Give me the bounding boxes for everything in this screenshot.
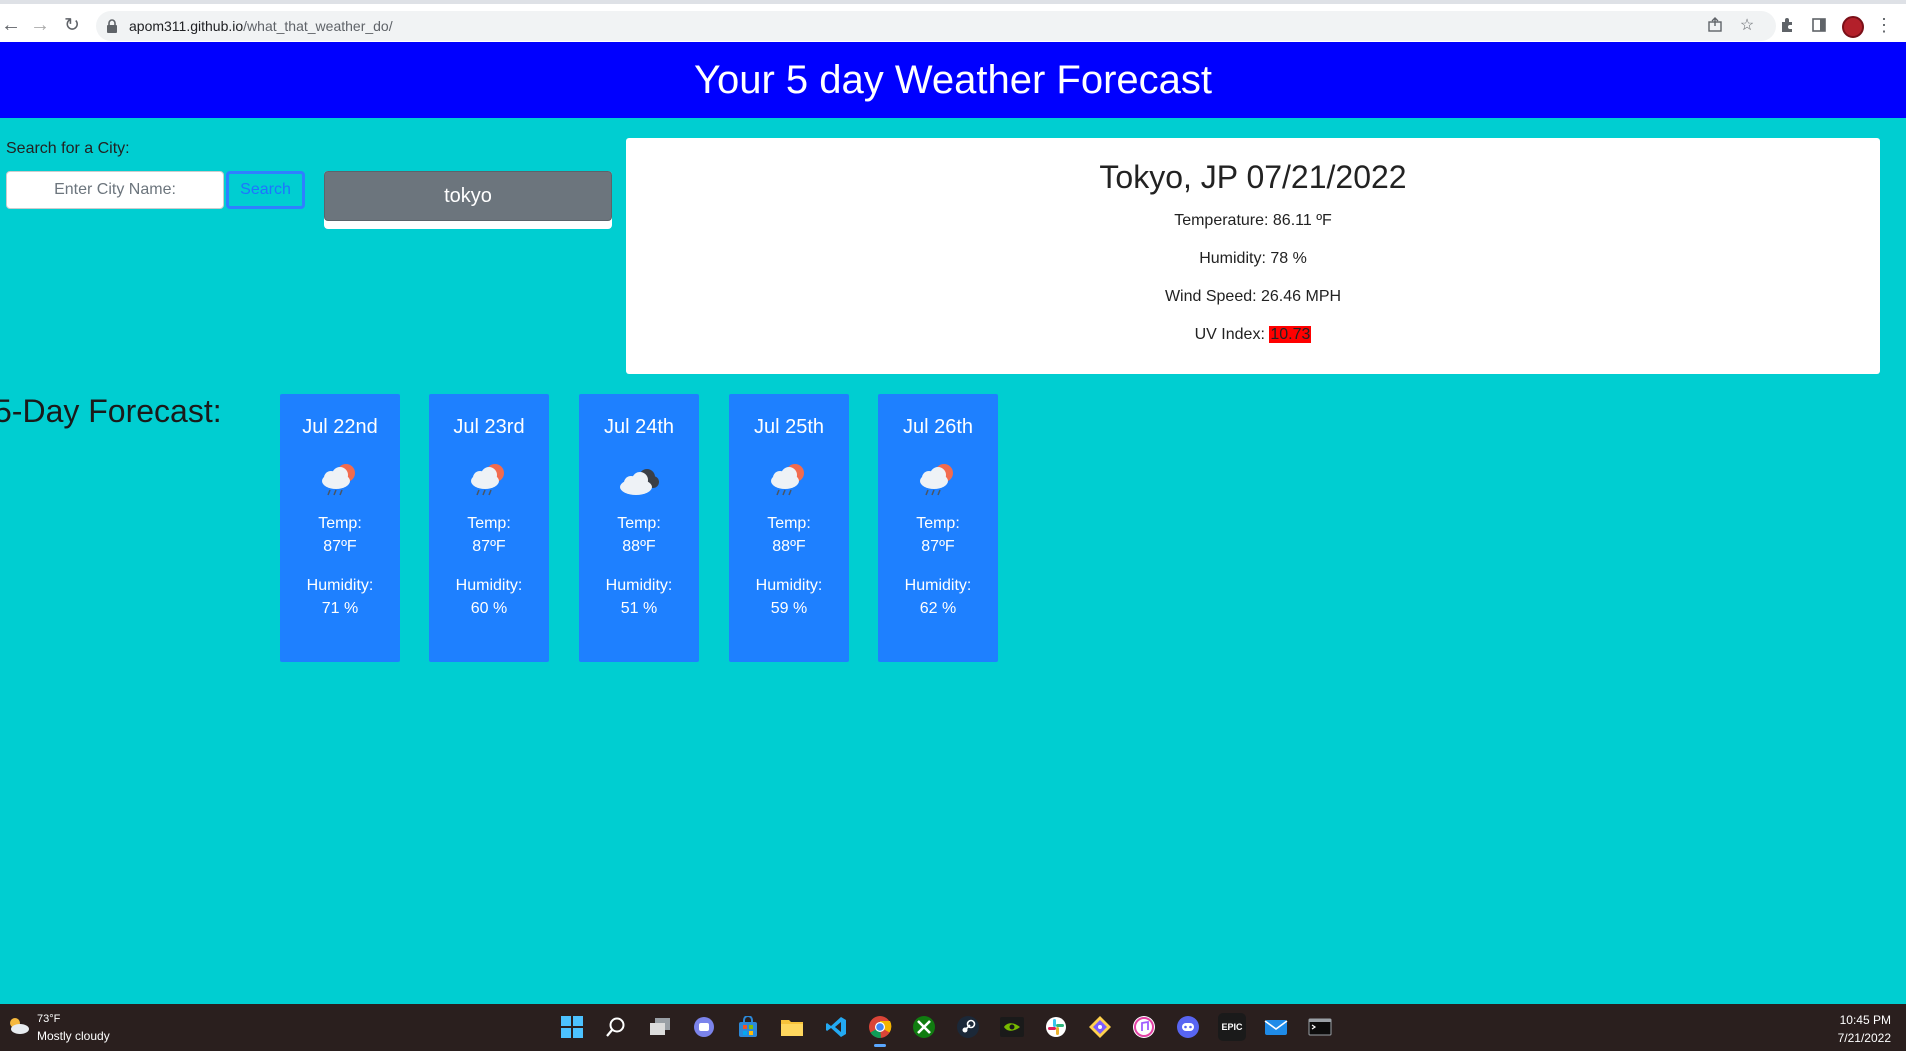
forecast-humidity: 59 % (770, 600, 808, 617)
history-city-button[interactable]: tokyo (324, 171, 612, 221)
file-explorer-icon[interactable] (778, 1013, 806, 1041)
forecast-humidity-label: Humidity: (605, 577, 673, 594)
forecast-date: Jul 24th (603, 416, 675, 438)
profile-avatar[interactable] (1842, 16, 1864, 38)
taskbar-weather-condition: Mostly cloudy (37, 1029, 110, 1043)
forecast-heading: 5-Day Forecast: (0, 393, 222, 429)
back-icon[interactable]: ← (0, 14, 22, 36)
page-header: Your 5 day Weather Forecast (0, 42, 1906, 118)
share-icon[interactable] (1705, 15, 1725, 35)
epic-games-icon[interactable]: EPIC (1218, 1013, 1246, 1041)
sun-cloud-rain-icon (316, 457, 364, 505)
forecast-temp-label: Temp: (767, 515, 811, 532)
search-label: Search for a City: (6, 140, 130, 157)
forecast-card: Jul 23rd Temp: 87ºF Humidity: 60 % (429, 394, 549, 662)
forecast-humidity-label: Humidity: (755, 577, 823, 594)
forecast-humidity: 62 % (919, 600, 957, 617)
forecast-temp: 87ºF (472, 538, 506, 555)
task-view-icon[interactable] (646, 1013, 674, 1041)
vscode-icon[interactable] (822, 1013, 850, 1041)
browser-toolbar: ← → ↻ apom311.github.io/what_that_weathe… (0, 0, 1906, 42)
sun-cloud-rain-icon (765, 457, 813, 505)
current-uv-index: UV Index: 10.73 (626, 326, 1880, 344)
forecast-card: Jul 26th Temp: 87ºF Humidity: 62 % (878, 394, 998, 662)
url-path: /what_that_weather_do/ (243, 18, 393, 34)
forecast-temp: 88ºF (772, 538, 806, 555)
search-button[interactable]: Search (226, 171, 305, 209)
page-title: Your 5 day Weather Forecast (693, 57, 1213, 102)
forecast-card: Jul 24th Temp: 88ºF Humidity: 51 % (579, 394, 699, 662)
taskbar-weather-temp: 73°F (37, 1013, 61, 1025)
sun-cloud-rain-icon (914, 457, 962, 505)
windows-start-icon[interactable] (558, 1013, 586, 1041)
forecast-date: Jul 22nd (302, 416, 378, 438)
broken-clouds-icon (615, 457, 663, 505)
git-tool-icon[interactable] (1086, 1013, 1114, 1041)
search-history: tokyo (324, 171, 612, 229)
forward-icon[interactable]: → (29, 14, 51, 36)
side-panel-icon[interactable] (1809, 15, 1829, 35)
reload-icon[interactable]: ↻ (61, 14, 83, 36)
xbox-icon[interactable] (910, 1013, 938, 1041)
weather-widget-icon[interactable] (6, 1016, 30, 1036)
forecast-temp-label: Temp: (617, 515, 661, 532)
mail-icon[interactable] (1262, 1013, 1290, 1041)
sun-cloud-rain-icon (465, 457, 513, 505)
taskbar-clock-date[interactable]: 7/21/2022 (1838, 1031, 1891, 1045)
itunes-icon[interactable] (1130, 1013, 1158, 1041)
forecast-humidity: 60 % (470, 600, 508, 617)
forecast-date: Jul 23rd (453, 416, 525, 438)
current-humidity: Humidity: 78 % (1199, 250, 1307, 267)
forecast-humidity: 71 % (321, 600, 359, 617)
forecast-humidity-label: Humidity: (306, 577, 374, 594)
terminal-icon[interactable] (1306, 1013, 1334, 1041)
address-bar[interactable]: apom311.github.io/what_that_weather_do/ (96, 11, 1776, 41)
url-host: apom311.github.io (129, 18, 244, 34)
forecast-humidity: 51 % (620, 600, 658, 617)
forecast-temp-label: Temp: (467, 515, 511, 532)
forecast-card: Jul 25th Temp: 88ºF Humidity: 59 % (729, 394, 849, 662)
lock-icon (106, 19, 118, 33)
discord-icon[interactable] (1174, 1013, 1202, 1041)
os-taskbar: 73°F Mostly cloudy EPIC 10:45 PM 7/21/20… (0, 1004, 1906, 1051)
taskbar-clock-time[interactable]: 10:45 PM (1840, 1013, 1891, 1027)
epic-games-label: EPIC (1221, 1022, 1243, 1032)
forecast-date: Jul 25th (753, 416, 825, 438)
forecast-humidity-label: Humidity: (904, 577, 972, 594)
extensions-icon[interactable] (1777, 15, 1797, 35)
current-weather-card: Tokyo, JP 07/21/2022 Temperature: 86.11 … (626, 138, 1880, 374)
bookmark-star-icon[interactable]: ☆ (1737, 15, 1757, 35)
forecast-card: Jul 22nd Temp: 87ºF Humidity: 71 % (280, 394, 400, 662)
city-search-input[interactable] (6, 171, 224, 209)
microsoft-store-icon[interactable] (734, 1013, 762, 1041)
forecast-humidity-label: Humidity: (455, 577, 523, 594)
nvidia-icon[interactable] (998, 1013, 1026, 1041)
uv-index-label: UV Index: (1194, 326, 1270, 343)
current-wind-speed: Wind Speed: 26.46 MPH (1164, 288, 1342, 305)
steam-icon[interactable] (954, 1013, 982, 1041)
uv-index-badge: 10.73 (1269, 326, 1312, 343)
forecast-temp: 87ºF (921, 538, 955, 555)
forecast-temp-label: Temp: (916, 515, 960, 532)
chrome-icon[interactable] (866, 1013, 894, 1047)
slack-icon[interactable] (1042, 1013, 1070, 1041)
current-temperature: Temperature: 86.11 ºF (1174, 212, 1332, 229)
menu-kebab-icon[interactable]: ⋮ (1874, 15, 1894, 35)
search-icon[interactable] (602, 1013, 630, 1041)
current-city-title: Tokyo, JP 07/21/2022 (1099, 159, 1407, 195)
forecast-temp: 87ºF (323, 538, 357, 555)
forecast-date: Jul 26th (902, 416, 974, 438)
forecast-temp-label: Temp: (318, 515, 362, 532)
forecast-temp: 88ºF (622, 538, 656, 555)
teams-chat-icon[interactable] (690, 1013, 718, 1041)
